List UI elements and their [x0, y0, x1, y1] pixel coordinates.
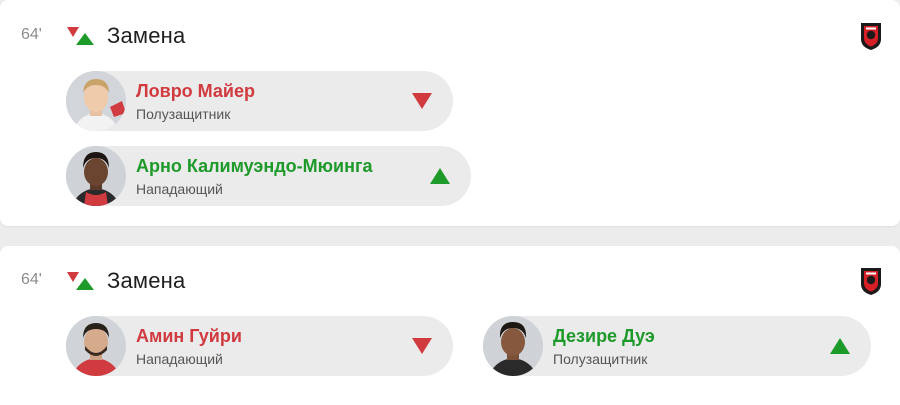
arrow-up-green-icon: [830, 338, 850, 354]
player-in-row[interactable]: Дезире Дуэ Полузащитник: [483, 316, 871, 376]
player-in-row[interactable]: Арно Калимуэндо-Мюинга Нападающий: [66, 146, 471, 206]
player-name[interactable]: Дезире Дуэ: [553, 326, 655, 347]
player-name[interactable]: Ловро Майер: [136, 81, 255, 102]
event-title: Замена: [107, 268, 186, 293]
substitution-event-card: 64' Замена Ловро Майер Полузащитник Арно…: [0, 0, 900, 226]
event-title: Замена: [107, 23, 186, 48]
substitution-event-card: 64' Замена Амин Гуйри Нападающий Дезире …: [0, 246, 900, 405]
arrow-up-green-icon: [430, 168, 450, 184]
player-position: Полузащитник: [136, 106, 231, 122]
substitution-icon: [67, 27, 94, 45]
player-avatar[interactable]: [483, 316, 543, 376]
arrow-down-red-icon: [412, 93, 432, 109]
player-position: Полузащитник: [553, 351, 648, 367]
player-name[interactable]: Арно Калимуэндо-Мюинга: [136, 156, 372, 177]
event-minute: 64': [21, 26, 42, 43]
player-position: Нападающий: [136, 181, 223, 197]
player-out-row[interactable]: Амин Гуйри Нападающий: [66, 316, 453, 376]
player-position: Нападающий: [136, 351, 223, 367]
arrow-down-red-icon: [412, 338, 432, 354]
player-avatar[interactable]: [66, 146, 126, 206]
substitution-icon: [67, 272, 94, 290]
team-crest-icon[interactable]: [858, 20, 884, 52]
player-avatar[interactable]: [66, 316, 126, 376]
event-minute: 64': [21, 271, 42, 288]
player-out-row[interactable]: Ловро Майер Полузащитник: [66, 71, 453, 131]
player-name[interactable]: Амин Гуйри: [136, 326, 242, 347]
player-avatar[interactable]: [66, 71, 126, 131]
team-crest-icon[interactable]: [858, 265, 884, 297]
